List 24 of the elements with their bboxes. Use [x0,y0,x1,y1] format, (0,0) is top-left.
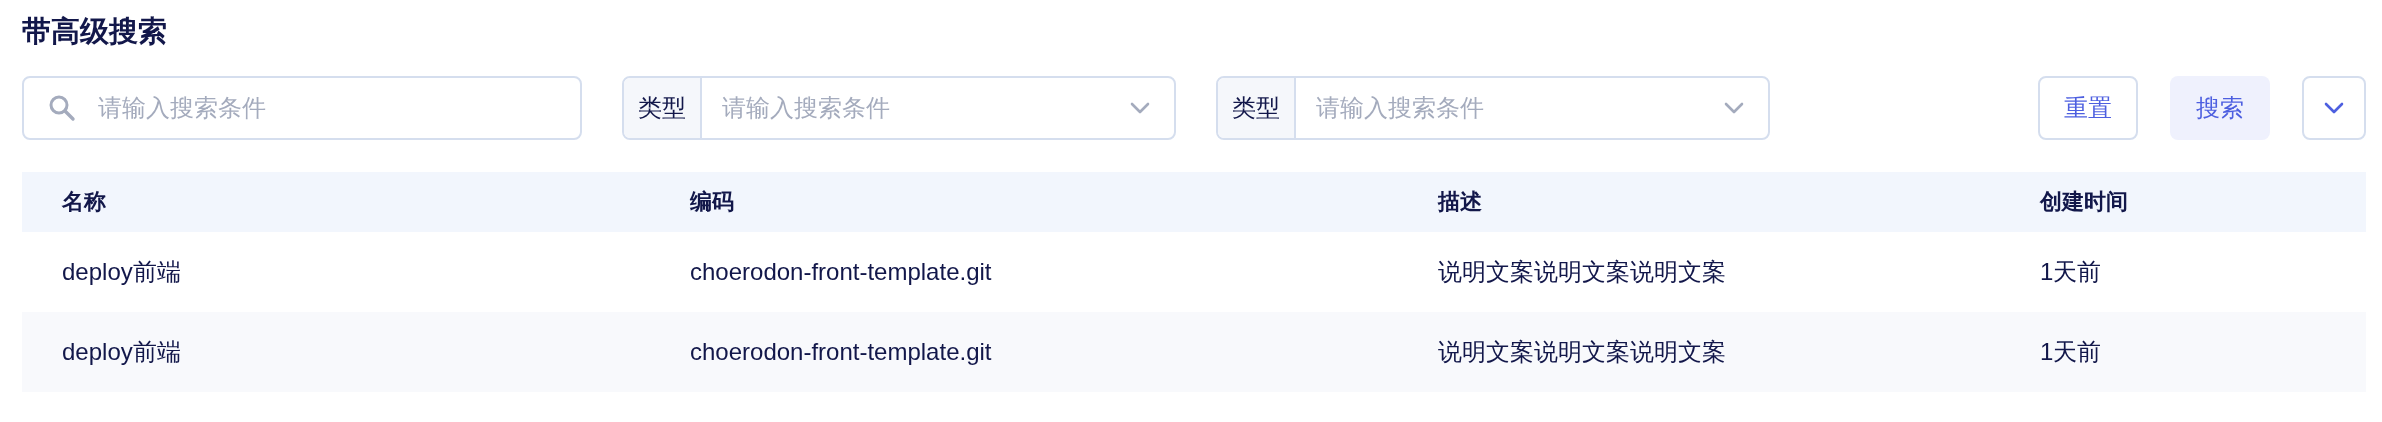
expand-button[interactable] [2302,76,2366,140]
chevron-down-icon [1130,102,1150,114]
chevron-down-icon [1724,102,1744,114]
column-header: 创建时间 [2000,172,2366,232]
type-select[interactable]: 类型 请输入搜索条件 [622,76,1176,140]
select-label: 类型 [1218,78,1296,138]
select-input[interactable]: 请输入搜索条件 [1296,94,1724,122]
chevron-down-icon [2324,102,2344,114]
column-header: 描述 [1398,172,2000,232]
column-header: 编码 [650,172,1398,232]
table-cell: deploy前端 [22,312,650,392]
column-header: 名称 [22,172,650,232]
type-select[interactable]: 类型 请输入搜索条件 [1216,76,1770,140]
table-cell: 1天前 [2000,312,2366,392]
select-label: 类型 [624,78,702,138]
search-button[interactable]: 搜索 [2170,76,2270,140]
select-input[interactable]: 请输入搜索条件 [702,94,1130,122]
search-icon [48,94,76,122]
search-input[interactable]: 请输入搜索条件 [98,94,580,122]
page-title: 带高级搜索 [22,14,168,48]
reset-button[interactable]: 重置 [2038,76,2138,140]
search-field[interactable]: 请输入搜索条件 [22,76,582,140]
table-cell: 说明文案说明文案说明文案 [1398,312,2000,392]
table-cell: choerodon-front-template.git [650,312,1398,392]
